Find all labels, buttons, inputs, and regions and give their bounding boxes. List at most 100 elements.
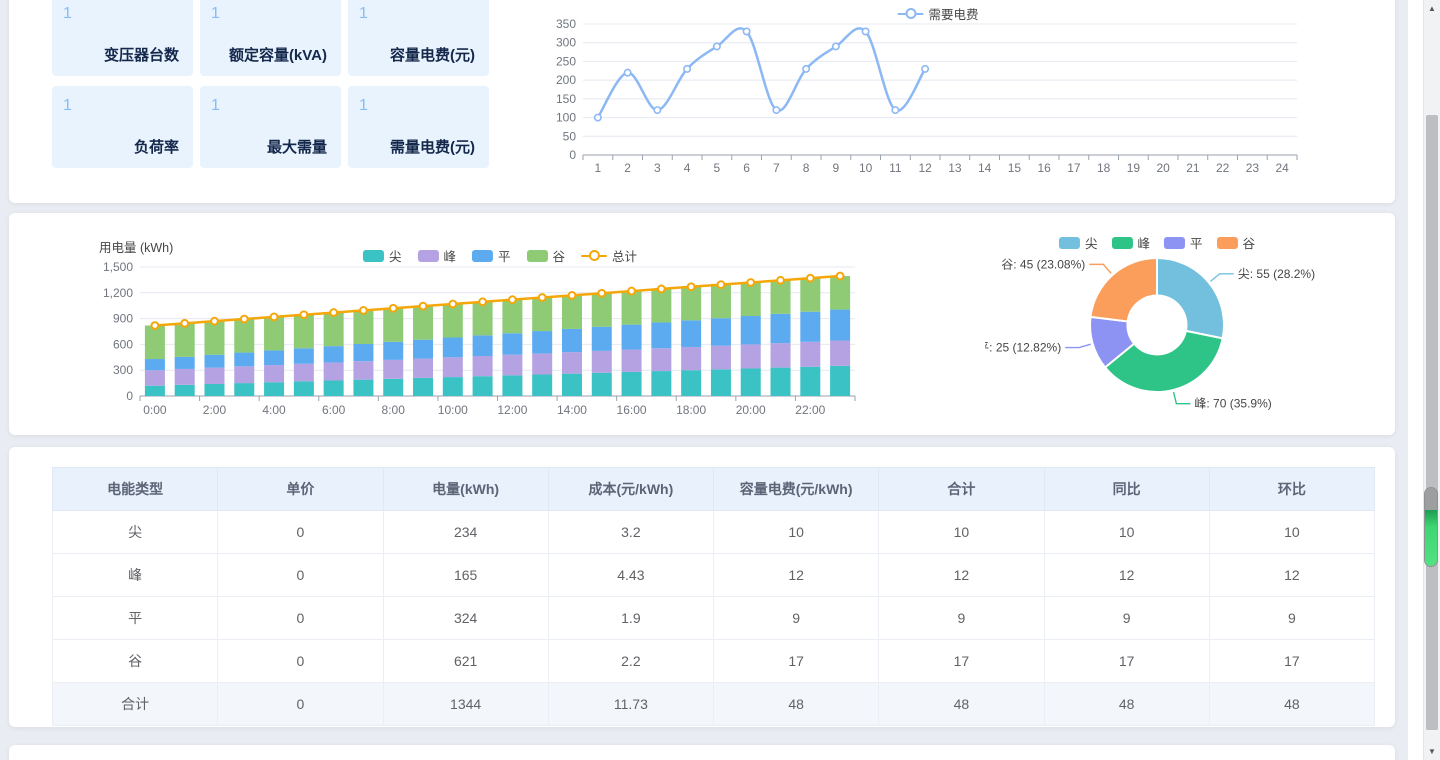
bar-segment-平 (771, 314, 791, 343)
scroll-up-icon[interactable]: ▲ (1424, 0, 1440, 17)
stat-card-demand-fee: 1 需量电费(元) (348, 86, 489, 168)
table-cell: 9 (1209, 597, 1374, 640)
label-leader-line (1174, 392, 1191, 404)
total-point (360, 307, 367, 314)
bar-segment-尖 (413, 378, 433, 396)
stat-card-load-rate: 1 负荷率 (52, 86, 193, 168)
bar-segment-峰 (622, 350, 642, 372)
bar-segment-尖 (741, 368, 761, 396)
bar-segment-峰 (502, 355, 522, 376)
table-cell: 12 (1209, 554, 1374, 597)
stat-label: 负荷率 (134, 136, 179, 157)
bar-segment-平 (443, 338, 463, 358)
bar-segment-尖 (264, 382, 284, 396)
label-leader-line (1089, 264, 1111, 273)
table-cell: 1344 (383, 683, 548, 726)
usage-stacked-bar-chart[interactable]: 03006009001,2001,5000:002:004:006:008:00… (70, 230, 870, 430)
axis-label: 23 (1246, 161, 1260, 175)
total-point (569, 292, 576, 299)
bar-segment-峰 (830, 341, 850, 366)
table-head: 电能类型单价电量(kWh)成本(元/kWh)容量电费(元/kWh)合计同比环比 (53, 468, 1375, 511)
data-point (773, 107, 779, 113)
bar-segment-平 (830, 310, 850, 341)
table-cell: 324 (383, 597, 548, 640)
scroll-down-icon[interactable]: ▼ (1424, 743, 1440, 760)
pie-label: 尖: 55 (28.2%) (1238, 267, 1315, 281)
vertical-scrollbar[interactable]: ▲ ▼ (1423, 0, 1440, 760)
table-header-cell: 电能类型 (53, 468, 218, 511)
axis-label: 300 (556, 36, 576, 50)
bar-segment-尖 (651, 371, 671, 396)
bar-segment-谷 (771, 280, 791, 314)
table-cell: 9 (879, 597, 1044, 640)
bar-segment-尖 (771, 368, 791, 396)
bar-segment-峰 (383, 360, 403, 379)
axis-label: 16 (1037, 161, 1051, 175)
bar-segment-谷 (562, 295, 582, 329)
bar-segment-峰 (175, 369, 195, 385)
stat-value: 1 (359, 97, 368, 115)
table-header-cell: 容量电费(元/kWh) (714, 468, 879, 511)
pie-label: 峰: 70 (35.9%) (1194, 397, 1271, 411)
table-cell: 17 (1044, 640, 1209, 683)
bar-segment-尖 (145, 386, 165, 396)
total-point (837, 273, 844, 280)
bar-segment-尖 (532, 375, 552, 397)
bar-segment-峰 (741, 344, 761, 368)
scroll-pill-green (1425, 510, 1437, 566)
demand-fee-line-chart[interactable]: 0501001502002503003501234567891011121314… (540, 0, 1312, 180)
axis-label: 8 (803, 161, 810, 175)
axis-label: 7 (773, 161, 780, 175)
table-cell: 9 (714, 597, 879, 640)
total-point (181, 320, 188, 327)
bar-segment-平 (711, 318, 731, 346)
scrollbar-thumb[interactable] (1426, 115, 1438, 730)
total-point (151, 322, 158, 329)
axis-label: 16:00 (617, 403, 647, 417)
pie-slice-尖 (1157, 258, 1224, 338)
table-cell: 17 (1209, 640, 1374, 683)
axis-label: 5 (714, 161, 721, 175)
table-cell: 10 (714, 511, 879, 554)
bar-segment-平 (234, 353, 254, 367)
scroll-progress-indicator[interactable] (1424, 487, 1438, 567)
bar-segment-谷 (502, 300, 522, 334)
bar-segment-尖 (830, 366, 850, 396)
table-header-row: 电能类型单价电量(kWh)成本(元/kWh)容量电费(元/kWh)合计同比环比 (53, 468, 1375, 511)
table-body: 尖02343.210101010峰01654.4312121212平03241.… (53, 511, 1375, 726)
bar-segment-平 (383, 342, 403, 360)
usage-donut-chart[interactable]: 尖: 55 (28.2%)峰: 70 (35.9%)平: 25 (12.82%)… (985, 225, 1390, 430)
table-cell: 1.9 (548, 597, 713, 640)
axis-label: 21 (1186, 161, 1200, 175)
bar-segment-谷 (711, 285, 731, 319)
bar-segment-峰 (145, 370, 165, 385)
bar-segment-尖 (383, 379, 403, 396)
axis-label: 6:00 (322, 403, 346, 417)
dashboard-page: 1 变压器台数 1 额定容量(kVA) 1 容量电费(元) 1 负荷率 1 最大… (0, 0, 1440, 760)
bar-segment-谷 (145, 325, 165, 359)
data-point (803, 66, 809, 72)
axis-label: 6 (743, 161, 750, 175)
bar-segment-峰 (353, 361, 373, 379)
total-point (479, 298, 486, 305)
bar-segment-尖 (502, 375, 522, 396)
table-cell: 0 (218, 683, 383, 726)
axis-label: 900 (113, 312, 133, 326)
table-row: 峰01654.4312121212 (53, 554, 1375, 597)
total-point (718, 281, 725, 288)
stat-value: 1 (211, 5, 220, 23)
data-point (714, 43, 720, 49)
axis-label: 12:00 (497, 403, 527, 417)
axis-label: 11 (889, 161, 902, 175)
total-point (539, 294, 546, 301)
axis-label: 20:00 (736, 403, 766, 417)
stat-card-transformer-count: 1 变压器台数 (52, 0, 193, 76)
bar-segment-谷 (413, 306, 433, 340)
axis-label: 3 (654, 161, 661, 175)
axis-label: 19 (1127, 161, 1141, 175)
axis-label: 17 (1067, 161, 1081, 175)
table-header-cell: 单价 (218, 468, 383, 511)
stat-label: 最大需量 (267, 136, 327, 157)
bar-segment-尖 (294, 381, 314, 396)
table-cell: 合计 (53, 683, 218, 726)
